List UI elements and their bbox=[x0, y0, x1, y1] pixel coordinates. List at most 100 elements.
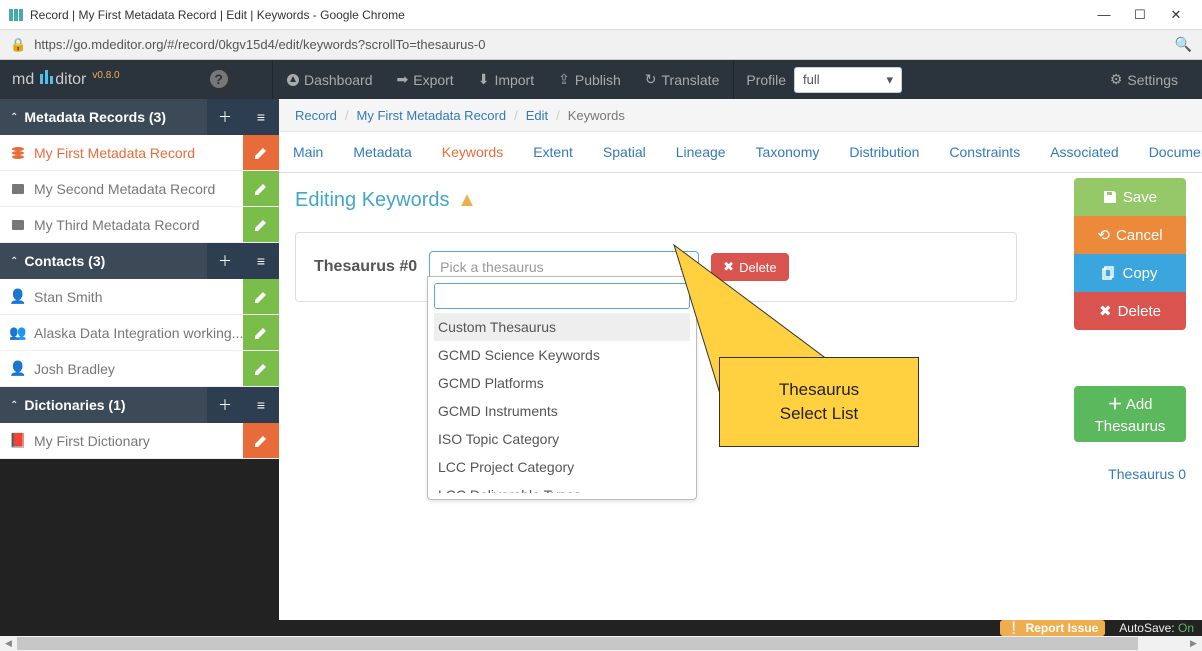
tab-main[interactable]: Main bbox=[293, 144, 323, 160]
tab-metadata[interactable]: Metadata bbox=[353, 144, 411, 160]
tabs: Main Metadata Keywords Extent Spatial Li… bbox=[279, 132, 1202, 173]
dropdown-option[interactable]: GCMD Instruments bbox=[434, 397, 690, 425]
stack-icon bbox=[10, 146, 26, 160]
window-minimize[interactable]: — bbox=[1086, 7, 1122, 22]
browser-urlbar: 🔒 https://go.mdeditor.org/#/record/0kgv1… bbox=[0, 30, 1202, 60]
edit-contact-button[interactable] bbox=[243, 279, 279, 315]
sidebar: ⌃ Metadata Records (3) ＋ ≡ My First Meta… bbox=[0, 99, 279, 620]
nav-dashboard[interactable]: Dashboard bbox=[275, 60, 385, 99]
window-close[interactable]: ✕ bbox=[1158, 7, 1194, 23]
brand-editor: ditor bbox=[55, 71, 86, 89]
nav-export[interactable]: ➡Export bbox=[385, 60, 466, 99]
list-contacts-button[interactable]: ≡ bbox=[243, 243, 279, 279]
edit-record-button[interactable] bbox=[243, 135, 279, 171]
scroll-left-button[interactable]: ◀ bbox=[0, 636, 17, 651]
dropdown-option[interactable]: LCC Project Category bbox=[434, 453, 690, 481]
sidebar-dictionaries-header[interactable]: ⌃ Dictionaries (1) ＋ ≡ bbox=[0, 387, 279, 423]
dropdown-option[interactable]: Custom Thesaurus bbox=[434, 313, 690, 341]
scroll-right-button[interactable]: ▶ bbox=[1185, 636, 1202, 651]
add-dictionary-button[interactable]: ＋ bbox=[207, 387, 243, 423]
tab-extent[interactable]: Extent bbox=[533, 144, 573, 160]
sidebar-record-item[interactable]: My Third Metadata Record bbox=[0, 207, 279, 243]
breadcrumb-current: Keywords bbox=[568, 108, 625, 123]
dropdown-option[interactable]: GCMD Platforms bbox=[434, 369, 690, 397]
sidebar-records-header[interactable]: ⌃ Metadata Records (3) ＋ ≡ bbox=[0, 99, 279, 135]
caret-down-icon: ⌃ bbox=[10, 112, 18, 123]
warning-icon: ▲ bbox=[457, 189, 477, 211]
sidebar-contact-item[interactable]: 👥 Alaska Data Integration working... bbox=[0, 315, 279, 351]
import-icon: ⬇ bbox=[478, 71, 490, 88]
nav-settings[interactable]: ⚙Settings bbox=[1098, 60, 1190, 99]
tab-distribution[interactable]: Distribution bbox=[849, 144, 919, 160]
tab-lineage[interactable]: Lineage bbox=[676, 144, 726, 160]
chevron-down-icon: ▾ bbox=[887, 72, 894, 88]
lock-icon: 🔒 bbox=[10, 37, 26, 53]
add-thesaurus-button[interactable]: ＋ Add Thesaurus bbox=[1074, 386, 1186, 442]
status-bar: ❕Report Issue AutoSave: On bbox=[0, 620, 1202, 636]
delete-button[interactable]: ✖Delete bbox=[1074, 292, 1186, 330]
url-text[interactable]: https://go.mdeditor.org/#/record/0kgv15d… bbox=[34, 37, 485, 52]
tab-documents[interactable]: Documents bbox=[1149, 144, 1202, 160]
edit-contact-button[interactable] bbox=[243, 351, 279, 387]
tab-taxonomy[interactable]: Taxonomy bbox=[756, 144, 820, 160]
caret-down-icon: ⌃ bbox=[10, 400, 18, 411]
action-column: Save ⟲Cancel Copy ✖Delete ＋ Add Thesauru… bbox=[1074, 178, 1186, 482]
plus-icon: ＋ bbox=[1107, 396, 1122, 413]
info-icon: ❕ bbox=[1007, 621, 1022, 635]
report-issue-button[interactable]: ❕Report Issue bbox=[1000, 620, 1106, 636]
edit-record-button[interactable] bbox=[243, 171, 279, 207]
sidebar-record-item[interactable]: My First Metadata Record bbox=[0, 135, 279, 171]
tab-keywords[interactable]: Keywords bbox=[442, 144, 503, 160]
scroll-thumb[interactable] bbox=[17, 637, 1138, 650]
horizontal-scrollbar[interactable]: ◀ ▶ bbox=[0, 636, 1202, 651]
person-icon: 👤 bbox=[10, 288, 26, 305]
list-records-button[interactable]: ≡ bbox=[243, 99, 279, 135]
sidebar-contacts-header[interactable]: ⌃ Contacts (3) ＋ ≡ bbox=[0, 243, 279, 279]
window-maximize[interactable]: ☐ bbox=[1122, 7, 1158, 23]
edit-contact-button[interactable] bbox=[243, 315, 279, 351]
dropdown-option[interactable]: GCMD Science Keywords bbox=[434, 341, 690, 369]
cancel-button[interactable]: ⟲Cancel bbox=[1074, 216, 1186, 254]
undo-icon: ⟲ bbox=[1097, 226, 1110, 244]
annotation-callout: ThesaurusSelect List bbox=[719, 357, 919, 447]
edit-dictionary-button[interactable] bbox=[243, 423, 279, 459]
nav-translate[interactable]: ↻Translate bbox=[633, 60, 732, 99]
profile-select[interactable]: full▾ bbox=[794, 67, 902, 93]
close-icon: ✖ bbox=[1099, 302, 1112, 320]
image-icon bbox=[10, 182, 26, 196]
tab-constraints[interactable]: Constraints bbox=[949, 144, 1020, 160]
thesaurus-link[interactable]: Thesaurus 0 bbox=[1074, 466, 1186, 482]
add-contact-button[interactable]: ＋ bbox=[207, 243, 243, 279]
search-icon[interactable]: 🔍 bbox=[1175, 36, 1192, 53]
breadcrumb-record[interactable]: Record bbox=[295, 108, 337, 123]
nav-import[interactable]: ⬇Import bbox=[466, 60, 546, 99]
add-record-button[interactable]: ＋ bbox=[207, 99, 243, 135]
sidebar-dictionary-item[interactable]: 📕 My First Dictionary bbox=[0, 423, 279, 459]
export-icon: ➡ bbox=[397, 71, 409, 88]
thesaurus-dropdown: Custom Thesaurus GCMD Science Keywords G… bbox=[427, 276, 697, 500]
brand: md ditor v0.8.0 ? bbox=[12, 70, 270, 89]
publish-icon: ⇪ bbox=[558, 71, 570, 88]
tab-associated[interactable]: Associated bbox=[1050, 144, 1118, 160]
nav-publish[interactable]: ⇪Publish bbox=[546, 60, 633, 99]
breadcrumb-edit[interactable]: Edit bbox=[526, 108, 548, 123]
sidebar-contact-item[interactable]: 👤 Josh Bradley bbox=[0, 351, 279, 387]
dropdown-option[interactable]: LCC Deliverable Types bbox=[434, 481, 690, 493]
help-icon[interactable]: ? bbox=[210, 70, 228, 88]
copy-button[interactable]: Copy bbox=[1074, 254, 1186, 292]
brand-md: md bbox=[12, 71, 34, 89]
sidebar-contact-item[interactable]: 👤 Stan Smith bbox=[0, 279, 279, 315]
save-button[interactable]: Save bbox=[1074, 178, 1186, 216]
brand-logo-icon bbox=[40, 70, 53, 84]
list-dictionaries-button[interactable]: ≡ bbox=[243, 387, 279, 423]
dropdown-option[interactable]: ISO Topic Category bbox=[434, 425, 690, 453]
breadcrumb-name[interactable]: My First Metadata Record bbox=[357, 108, 507, 123]
dropdown-search-input[interactable] bbox=[434, 283, 690, 309]
sidebar-record-item[interactable]: My Second Metadata Record bbox=[0, 171, 279, 207]
autosave-status: AutoSave: On bbox=[1119, 621, 1194, 635]
edit-record-button[interactable] bbox=[243, 207, 279, 243]
group-icon: 👥 bbox=[10, 324, 26, 341]
window-title: Record | My First Metadata Record | Edit… bbox=[30, 8, 405, 22]
tab-spatial[interactable]: Spatial bbox=[603, 144, 646, 160]
image-icon bbox=[10, 218, 26, 232]
